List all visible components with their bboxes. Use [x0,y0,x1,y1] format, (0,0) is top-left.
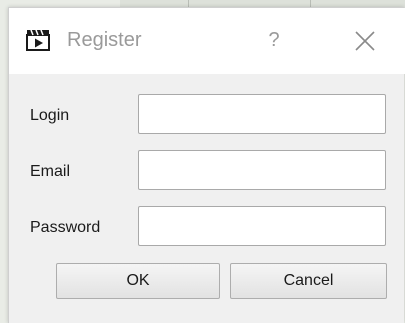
window-title: Register [67,29,142,51]
close-icon [355,31,375,51]
email-label: Email [30,163,71,180]
login-label: Login [30,107,70,124]
register-dialog: Register ? Login Email Password OK Cance… [8,7,405,323]
cancel-button[interactable]: Cancel [230,263,387,299]
password-input[interactable] [138,206,386,246]
help-icon: ? [268,29,280,51]
password-label: Password [30,219,101,236]
help-button[interactable]: ? [261,25,287,55]
close-button[interactable] [353,29,377,53]
title-bar: Register ? [9,8,405,74]
ok-button[interactable]: OK [56,263,220,299]
email-input[interactable] [138,150,386,190]
clapperboard-icon [26,29,50,51]
login-input[interactable] [138,94,386,134]
